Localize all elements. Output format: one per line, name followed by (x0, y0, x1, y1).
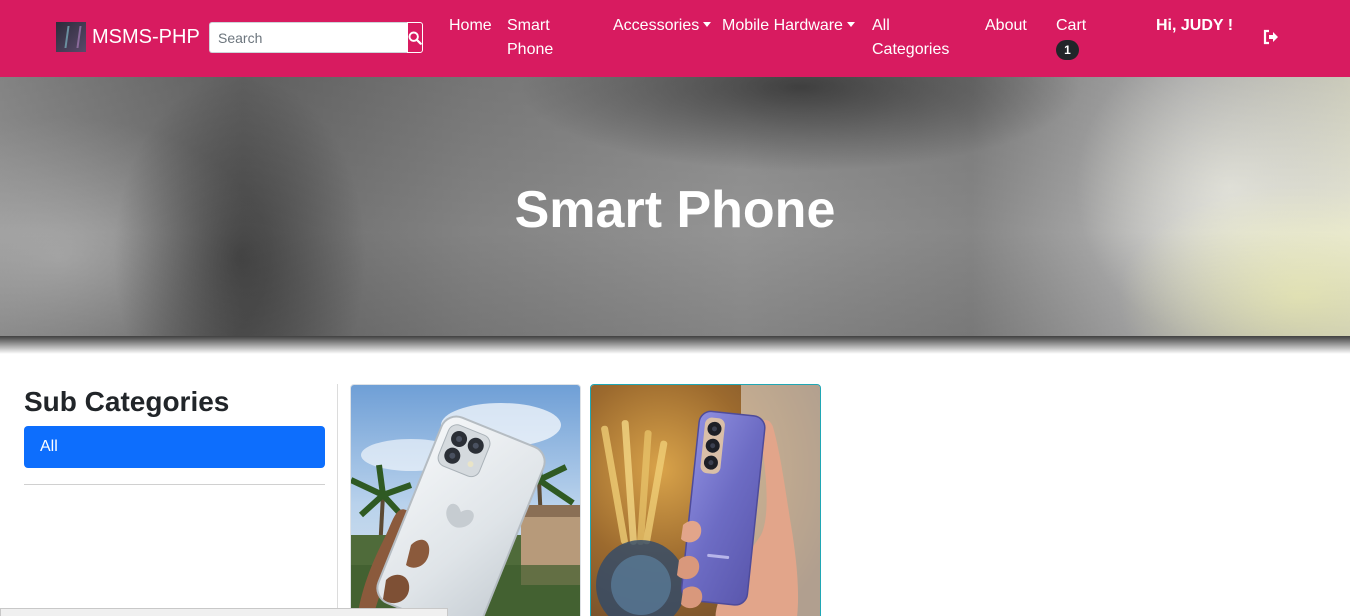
search-button[interactable] (407, 22, 423, 53)
brand-logo (56, 22, 86, 52)
hero-shadow (0, 336, 1350, 354)
vertical-divider (337, 384, 338, 616)
navbar: MSMS-PHP Home Smart Phone Accessories Mo… (0, 0, 1350, 77)
nav-accessories-label: Accessories (613, 17, 700, 34)
nav-cart[interactable]: Cart 1 (1056, 14, 1086, 62)
product-image (591, 385, 820, 616)
nav-accessories-dropdown[interactable]: Accessories (613, 14, 712, 38)
nav-smart-phone[interactable]: Smart Phone (507, 14, 563, 62)
nav-mobile-hardware-label: Mobile Hardware (722, 17, 843, 34)
search-icon (408, 31, 422, 45)
nav-all-categories[interactable]: All Categories (872, 14, 952, 62)
cart-count-badge: 1 (1056, 40, 1079, 60)
sub-category-all[interactable]: All (24, 426, 325, 468)
nav-about[interactable]: About (985, 14, 1027, 38)
nav-mobile-hardware-dropdown[interactable]: Mobile Hardware (722, 14, 855, 38)
product-card[interactable] (590, 384, 821, 616)
sub-categories-heading: Sub Categories (24, 386, 230, 417)
hero-title: Smart Phone (514, 181, 836, 239)
browser-status-bar (0, 608, 448, 616)
user-greeting: Hi, JUDY ! (1156, 17, 1234, 34)
logout-icon[interactable] (1262, 28, 1280, 46)
nav-home[interactable]: Home (449, 14, 492, 38)
brand-link[interactable]: MSMS-PHP (56, 22, 200, 52)
divider (24, 484, 325, 485)
nav-cart-label: Cart (1056, 17, 1087, 34)
product-card[interactable] (350, 384, 581, 616)
product-image (351, 385, 580, 616)
caret-down-icon (703, 22, 712, 27)
brand-name: MSMS-PHP (92, 25, 200, 48)
search-input[interactable] (209, 22, 407, 53)
caret-down-icon (846, 22, 855, 27)
search-form (209, 22, 423, 53)
